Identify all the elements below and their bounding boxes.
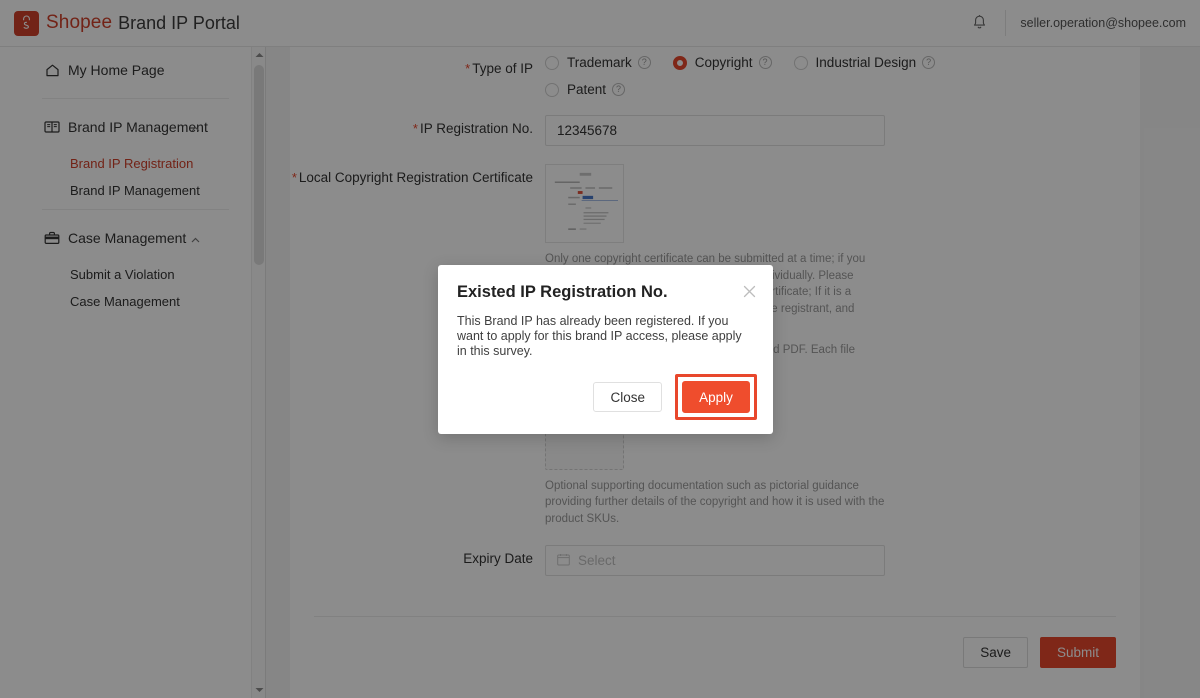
- modal-apply-button[interactable]: Apply: [682, 381, 750, 413]
- modal-close-button[interactable]: Close: [593, 382, 662, 412]
- modal-message: This Brand IP has already been registere…: [457, 314, 742, 358]
- modal-actions: Close Apply: [593, 374, 757, 420]
- app-root: Shopee Brand IP Portal seller.operation@…: [0, 0, 1200, 698]
- existed-ip-modal: Existed IP Registration No. This Brand I…: [438, 265, 773, 434]
- close-icon[interactable]: [741, 283, 759, 301]
- modal-title: Existed IP Registration No.: [457, 283, 668, 301]
- apply-button-focus-ring: Apply: [675, 374, 757, 420]
